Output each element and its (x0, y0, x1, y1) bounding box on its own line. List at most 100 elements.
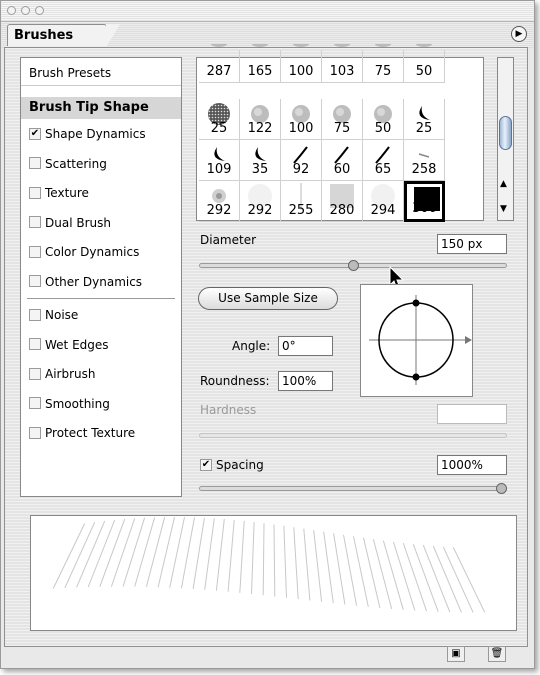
brush-tip-cell[interactable]: 100 (281, 44, 322, 83)
option-checkbox[interactable] (29, 367, 41, 380)
brush-tip-cell[interactable]: 165 (240, 44, 281, 83)
brush-tip-cell[interactable]: 50 (363, 99, 404, 140)
option-checkbox[interactable] (29, 397, 41, 409)
zoom-window-button[interactable] (35, 6, 44, 15)
brush-size-label: 60 (333, 162, 351, 177)
brush-tip-cell[interactable]: 75 (322, 99, 363, 140)
new-brush-button[interactable]: ▣ (447, 646, 465, 662)
brush-size-label: 122 (247, 121, 273, 136)
roundness-field[interactable]: 100% (278, 371, 333, 391)
brush-tip-cell[interactable]: 100 (281, 99, 322, 140)
brush-size-label: 258 (411, 162, 437, 177)
tab-brushes[interactable]: Brushes (7, 24, 120, 47)
brush-tip-grid: 287 165 100 103 75 50 25 122 100 75 50 2… (196, 44, 484, 222)
brush-presets-item[interactable]: Brush Presets (21, 60, 181, 86)
option-checkbox[interactable] (29, 216, 41, 228)
brush-size-label: 50 (415, 64, 433, 79)
hardness-field[interactable] (437, 404, 507, 424)
angle-roundness-dial[interactable] (360, 284, 473, 397)
option-checkbox[interactable] (29, 338, 41, 350)
brush-size-label: 109 (206, 162, 232, 177)
spacing-slider[interactable] (199, 486, 507, 491)
brush-size-label: 255 (288, 203, 314, 218)
brush-options-list: Brush Presets Brush Tip Shape ✔ Shape Dyn… (20, 57, 182, 497)
scroll-up-arrow-icon[interactable]: ▲ (500, 179, 507, 189)
scrollbar-thumb[interactable] (499, 116, 512, 150)
option-checkbox[interactable] (29, 245, 41, 258)
option-noise[interactable]: Noise (21, 302, 181, 328)
brush-tip-cell[interactable]: 300 (404, 181, 445, 222)
brush-tip-cell[interactable]: 292 (199, 181, 240, 222)
brush-tip-cell[interactable]: 294 (363, 181, 404, 222)
brush-tip-cell[interactable]: 109 (199, 140, 240, 181)
option-smoothing[interactable]: Smoothing (21, 391, 181, 417)
scroll-down-arrow-icon[interactable]: ▼ (500, 204, 507, 214)
brush-size-label: 280 (329, 203, 355, 218)
brush-tip-cell[interactable]: 25 (404, 99, 445, 140)
option-checkbox[interactable]: ✔ (29, 127, 41, 140)
option-label: Noise (45, 308, 79, 322)
use-sample-size-button[interactable]: Use Sample Size (198, 287, 338, 310)
brush-tip-cell[interactable]: 255 (281, 181, 322, 222)
option-dual-brush[interactable]: Dual Brush (21, 210, 181, 236)
brush-size-label: 292 (206, 203, 232, 218)
brush-grid-scrollbar[interactable]: ▲ ▼ (497, 57, 514, 221)
angle-field[interactable]: 0° (278, 336, 333, 356)
spacing-field[interactable]: 1000% (437, 455, 507, 475)
brush-tip-cell[interactable]: 292 (240, 181, 281, 222)
option-wet-edges[interactable]: Wet Edges (21, 332, 181, 358)
brush-tip-cell[interactable]: 287 (199, 44, 240, 83)
brush-tip-cell[interactable]: 25 (199, 99, 240, 140)
option-shape-dynamics[interactable]: ✔ Shape Dynamics (21, 121, 181, 147)
brush-size-label: 100 (288, 121, 314, 136)
brush-size-label: 103 (329, 64, 355, 79)
spacing-checkbox[interactable]: ✔ (200, 458, 212, 471)
brush-tip-cell[interactable]: 35 (240, 140, 281, 181)
brush-tip-cell[interactable]: 103 (322, 44, 363, 83)
brush-size-label: 300 (412, 201, 437, 216)
minimize-window-button[interactable] (21, 6, 30, 15)
brush-size-label: 50 (374, 121, 392, 136)
brush-size-label: 165 (247, 64, 273, 79)
option-airbrush[interactable]: Airbrush (21, 361, 181, 387)
roundness-label: Roundness: (200, 374, 270, 388)
brush-size-label: 75 (333, 121, 351, 136)
diameter-field[interactable]: 150 px (437, 234, 507, 254)
option-checkbox[interactable] (29, 275, 41, 287)
option-label: Protect Texture (45, 426, 136, 440)
option-checkbox[interactable] (29, 157, 41, 169)
brush-size-label: 25 (415, 121, 433, 136)
brush-tip-cell[interactable]: 280 (322, 181, 363, 222)
option-checkbox[interactable] (29, 308, 41, 321)
brush-tip-shape-item[interactable]: Brush Tip Shape (21, 97, 181, 119)
option-label: Color Dynamics (45, 245, 140, 259)
spacing-slider-knob[interactable] (496, 483, 507, 494)
brush-size-label: 294 (370, 203, 396, 218)
diameter-slider-knob[interactable] (347, 260, 359, 271)
brush-size-label: 92 (292, 162, 310, 177)
delete-brush-button[interactable]: 🗑 (488, 646, 506, 662)
brush-tip-cell[interactable]: 50 (404, 44, 445, 83)
option-texture[interactable]: Texture (21, 180, 181, 206)
brush-tip-cell[interactable]: 75 (363, 44, 404, 83)
option-other-dynamics[interactable]: Other Dynamics (21, 269, 181, 295)
brush-tip-cell[interactable]: 122 (240, 99, 281, 140)
brush-stroke-preview (30, 515, 517, 631)
brush-tip-cell[interactable]: 60 (322, 140, 363, 181)
option-checkbox[interactable] (29, 426, 41, 439)
new-brush-icon: ▣ (451, 648, 461, 659)
option-protect-texture[interactable]: Protect Texture (21, 420, 181, 446)
option-color-dynamics[interactable]: Color Dynamics (21, 239, 181, 265)
brush-size-label: 35 (251, 162, 269, 177)
option-scattering[interactable]: Scattering (21, 151, 181, 177)
brush-size-label: 292 (247, 203, 273, 218)
hardness-slider[interactable] (199, 433, 507, 438)
close-window-button[interactable] (7, 6, 16, 15)
trash-icon: 🗑 (490, 648, 504, 659)
brush-tip-cell[interactable]: 258 (404, 140, 445, 181)
panel-menu-button[interactable]: ▶ (511, 26, 527, 42)
brush-tip-cell[interactable]: 92 (281, 140, 322, 181)
hardness-label: Hardness (200, 403, 257, 417)
option-checkbox[interactable] (29, 186, 41, 199)
brush-tip-cell[interactable]: 65 (363, 140, 404, 181)
